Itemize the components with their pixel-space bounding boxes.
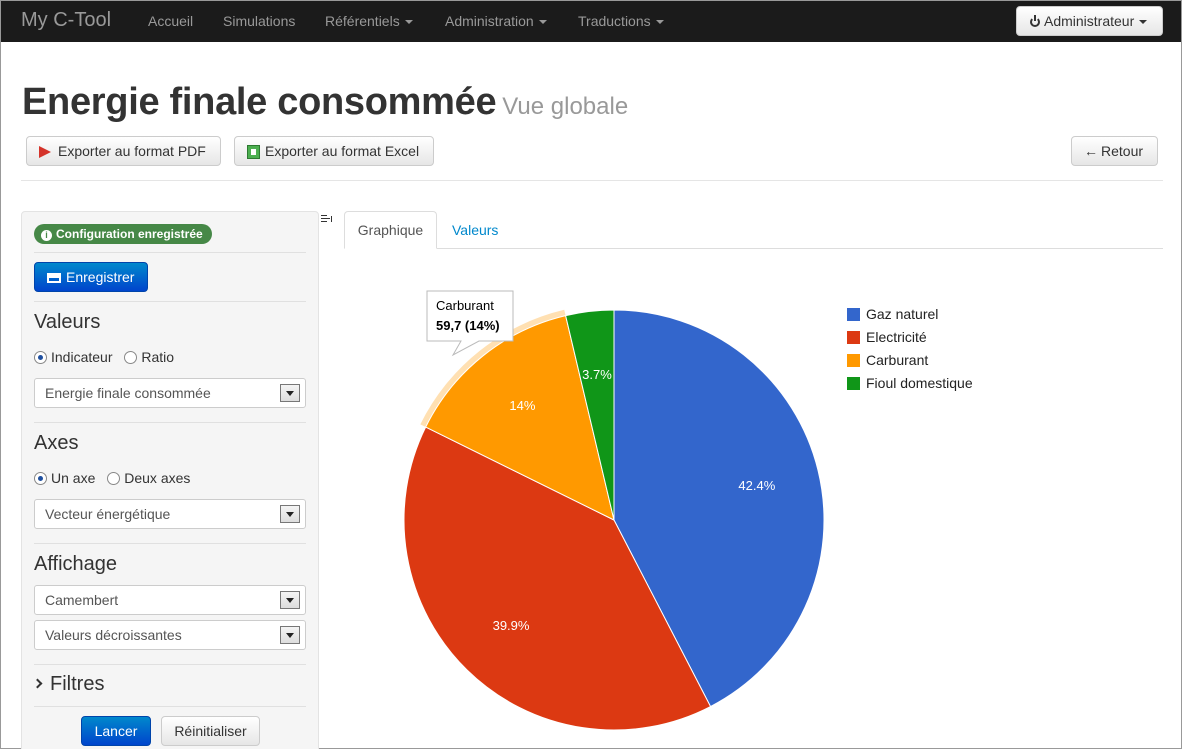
save-label: Enregistrer — [66, 269, 135, 285]
legend-swatch — [847, 377, 860, 390]
legend-item-carburant[interactable]: Carburant — [847, 352, 928, 368]
caret-down-icon — [404, 20, 413, 25]
nav-traductions-label: Traductions — [578, 13, 651, 29]
slice-label-carburant: 14% — [509, 398, 535, 413]
legend-item-fioul-domestique[interactable]: Fioul domestique — [847, 375, 973, 391]
nav-accueil[interactable]: Accueil — [148, 13, 193, 29]
panel-divider — [34, 422, 306, 423]
user-menu-label: Administrateur — [1044, 13, 1135, 29]
legend-label: Gaz naturel — [866, 306, 939, 322]
page-title-text: Energie finale consommée — [22, 81, 497, 123]
export-pdf-label: Exporter au format PDF — [58, 143, 206, 159]
values-heading: Valeurs — [34, 311, 101, 333]
excel-icon — [247, 145, 260, 159]
legend-label: Carburant — [866, 352, 929, 368]
legend-label: Fioul domestique — [866, 375, 973, 391]
collapse-panel-icon[interactable] — [321, 215, 333, 225]
values-select[interactable]: Energie finale consommée — [34, 378, 306, 408]
axes-heading: Axes — [34, 432, 79, 454]
info-icon: i — [41, 230, 52, 241]
brand-logo[interactable]: My C-Tool — [21, 9, 111, 32]
legend-item-gaz-naturel[interactable]: Gaz naturel — [847, 306, 938, 322]
dropdown-arrow-icon — [280, 626, 300, 644]
filters-toggle[interactable]: Filtres — [32, 673, 105, 696]
panel-divider — [34, 543, 306, 544]
nav-traductions[interactable]: Traductions — [578, 13, 664, 29]
arrow-left-icon: ← — [1084, 143, 1098, 159]
tabs-baseline — [344, 248, 1163, 249]
header-divider — [21, 180, 1163, 181]
panel-divider — [34, 706, 306, 707]
config-panel: i Configuration enregistrée Enregistrer V… — [21, 211, 319, 749]
radio-deux-axes[interactable] — [107, 472, 121, 485]
axes-radio-group: Un axe Deux axes — [34, 470, 198, 486]
status-badge: i Configuration enregistrée — [34, 224, 212, 244]
page-subtitle: Vue globale — [502, 93, 629, 120]
nav-referentiels-label: Référentiels — [325, 13, 400, 29]
status-badge-label: Configuration enregistrée — [56, 227, 203, 241]
page-title: Energie finale consommée Vue globale — [22, 81, 628, 124]
caret-down-icon — [538, 20, 547, 25]
pie-chart: 42.4% 39.9% 14% 3.7% Carburant 59,7 (14%) — [403, 290, 825, 731]
tooltip-title: Carburant — [436, 298, 494, 313]
chart-type-select[interactable]: Camembert — [34, 585, 306, 615]
axes-select[interactable]: Vecteur énergétique — [34, 499, 306, 529]
nav-simulations[interactable]: Simulations — [223, 13, 295, 29]
reset-button[interactable]: Réinitialiser — [161, 716, 260, 746]
dropdown-arrow-icon — [280, 591, 300, 609]
dropdown-arrow-icon — [280, 384, 300, 402]
dropdown-arrow-icon — [280, 505, 300, 523]
save-icon — [47, 273, 61, 283]
caret-down-icon — [655, 20, 664, 25]
save-button[interactable]: Enregistrer — [34, 262, 148, 292]
radio-deux-axes-label[interactable]: Deux axes — [124, 470, 190, 486]
export-excel-button[interactable]: Exporter au format Excel — [234, 136, 434, 166]
legend-swatch — [847, 331, 860, 344]
values-select-value: Energie finale consommée — [45, 385, 211, 401]
radio-un-axe-label[interactable]: Un axe — [51, 470, 95, 486]
legend-item-electricite[interactable]: Electricité — [847, 329, 927, 345]
panel-divider — [34, 301, 306, 302]
panel-divider — [34, 664, 306, 665]
legend-label: Electricité — [866, 329, 927, 345]
tooltip-value: 59,7 (14%) — [436, 318, 500, 333]
slice-label-electricite: 39.9% — [493, 618, 530, 633]
export-excel-label: Exporter au format Excel — [265, 143, 420, 159]
filters-label: Filtres — [50, 673, 105, 695]
export-pdf-button[interactable]: Exporter au format PDF — [26, 136, 221, 166]
pdf-icon — [39, 146, 51, 158]
values-radio-group: Indicateur Ratio — [34, 349, 182, 365]
nav-administration[interactable]: Administration — [445, 13, 547, 29]
radio-un-axe[interactable] — [34, 472, 47, 485]
legend-swatch — [847, 308, 860, 321]
display-heading: Affichage — [34, 553, 118, 575]
legend-swatch — [847, 354, 860, 367]
back-label: Retour — [1101, 143, 1144, 159]
caret-down-icon — [1139, 20, 1148, 25]
user-menu-button[interactable]: Administrateur — [1016, 6, 1163, 36]
chevron-right-icon — [32, 678, 43, 689]
power-icon — [1030, 15, 1040, 27]
panel-divider — [34, 252, 306, 253]
radio-indicateur[interactable] — [34, 351, 47, 364]
sort-select-value: Valeurs décroissantes — [45, 627, 182, 643]
chart-type-select-value: Camembert — [45, 592, 119, 608]
nav-administration-label: Administration — [445, 13, 534, 29]
nav-referentiels[interactable]: Référentiels — [325, 13, 413, 29]
launch-button[interactable]: Lancer — [81, 716, 151, 746]
back-button[interactable]: ← Retour — [1071, 136, 1158, 166]
slice-label-gaz-naturel: 42.4% — [738, 478, 775, 493]
tab-graphique[interactable]: Graphique — [344, 211, 437, 249]
radio-ratio[interactable] — [124, 351, 138, 364]
axes-select-value: Vecteur énergétique — [45, 506, 171, 522]
sort-select[interactable]: Valeurs décroissantes — [34, 620, 306, 650]
radio-ratio-label[interactable]: Ratio — [141, 349, 174, 365]
tab-valeurs[interactable]: Valeurs — [452, 222, 498, 238]
slice-label-fioul-domestique: 3.7% — [582, 367, 612, 382]
top-navbar: My C-Tool Accueil Simulations Référentie… — [1, 1, 1181, 42]
radio-indicateur-label[interactable]: Indicateur — [51, 349, 112, 365]
